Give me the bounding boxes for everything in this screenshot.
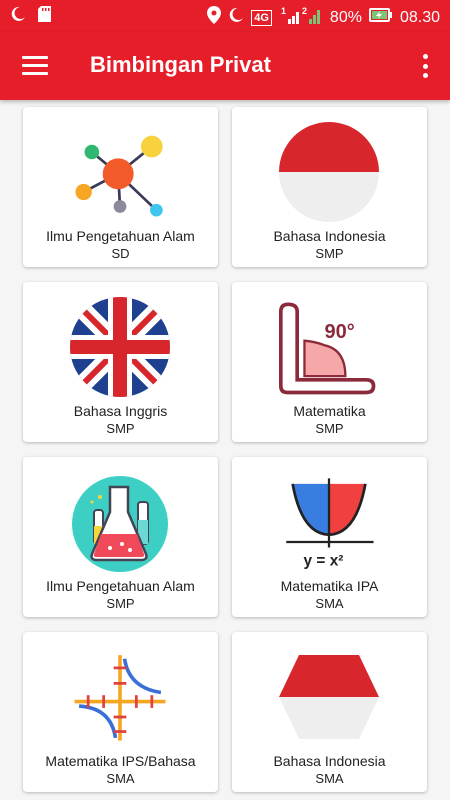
battery-percent: 80% <box>329 8 362 26</box>
location-icon <box>207 6 222 29</box>
angle-90-icon: 90° <box>279 292 379 402</box>
course-level: SD <box>111 246 130 261</box>
course-level: SMA <box>315 771 344 786</box>
moon-icon <box>228 7 244 28</box>
course-level: SMP <box>106 421 135 436</box>
app-title: Bimbingan Privat <box>90 52 271 77</box>
signal-icon: 1 2 <box>279 5 323 30</box>
course-card[interactable]: Ilmu Pengetahuan Alam SD <box>23 107 218 267</box>
svg-text:90°: 90° <box>324 320 354 342</box>
parabola-graph-icon: y = x² <box>279 467 379 577</box>
svg-text:y = x²: y = x² <box>304 552 344 569</box>
course-title: Ilmu Pengetahuan Alam <box>46 578 195 594</box>
status-bar-left <box>10 6 51 27</box>
course-card[interactable]: 90° Matematika SMP <box>232 282 427 442</box>
hamburger-menu-icon[interactable] <box>22 56 48 76</box>
sd-card-icon <box>38 6 51 27</box>
course-level: SMP <box>315 421 344 436</box>
molecule-icon <box>70 117 170 227</box>
course-card[interactable]: Bahasa Indonesia SMA <box>232 632 427 792</box>
sim2-label: 2 <box>302 6 307 16</box>
uk-flag-icon <box>70 292 170 402</box>
course-card[interactable]: Bahasa Inggris SMP <box>23 282 218 442</box>
course-title: Matematika <box>293 403 366 419</box>
course-level: SMA <box>106 771 135 786</box>
course-card[interactable]: Bahasa Indonesia SMP <box>232 107 427 267</box>
indonesia-hexagon-icon <box>279 642 379 752</box>
course-title: Bahasa Inggris <box>73 403 168 419</box>
course-card[interactable]: Ilmu Pengetahuan Alam SMP <box>23 457 218 617</box>
more-vert-icon[interactable] <box>420 54 430 78</box>
status-bar-right: 4G 1 2 80% 08.30 <box>207 5 440 30</box>
lab-flask-icon <box>70 467 170 577</box>
clock: 08.30 <box>399 8 440 26</box>
battery-charging-icon <box>368 7 393 28</box>
course-title: Bahasa Indonesia <box>273 228 386 244</box>
graph-axes-icon <box>70 642 170 752</box>
course-level: SMP <box>106 596 135 611</box>
course-grid: Ilmu Pengetahuan Alam SD Bahasa Indonesi… <box>0 100 450 800</box>
course-card[interactable]: y = x² Matematika IPA SMA <box>232 457 427 617</box>
course-level: SMA <box>315 596 344 611</box>
course-level: SMP <box>315 246 344 261</box>
app-bar: Bimbingan Privat <box>0 32 450 100</box>
course-title: Matematika IPA <box>280 578 379 594</box>
moon-icon <box>10 6 26 27</box>
course-title: Matematika IPS/Bahasa <box>45 753 196 769</box>
course-title: Bahasa Indonesia <box>273 753 386 769</box>
course-title: Ilmu Pengetahuan Alam <box>46 228 195 244</box>
status-bar: 4G 1 2 80% 08.30 <box>0 0 450 32</box>
indonesia-flag-icon <box>279 117 379 227</box>
course-card[interactable]: Matematika IPS/Bahasa SMA <box>23 632 218 792</box>
sim1-label: 1 <box>281 6 286 16</box>
network-type-badge: 4G <box>251 9 272 26</box>
